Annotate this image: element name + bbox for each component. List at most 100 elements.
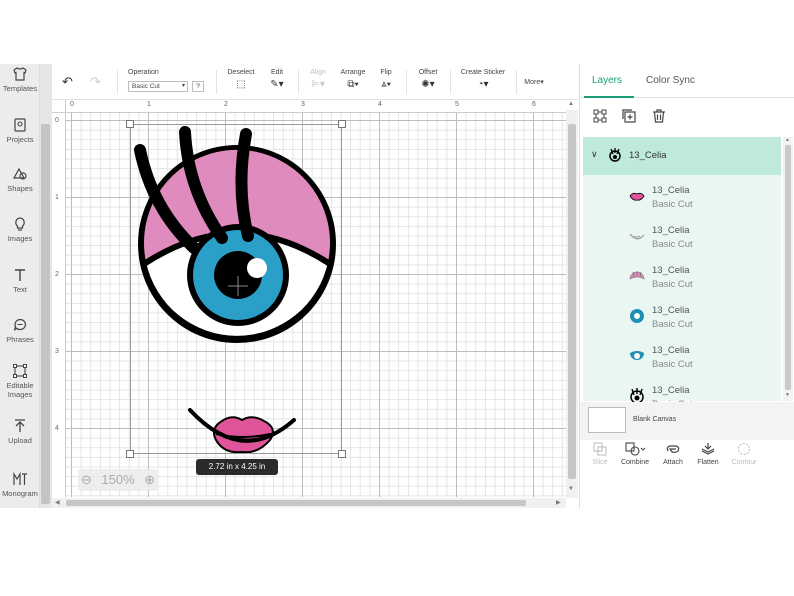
combine-label: Combine xyxy=(620,459,649,466)
center-crosshair-icon xyxy=(228,276,248,296)
deselect-icon: ⬚ xyxy=(236,79,246,90)
contour-label: Contour xyxy=(731,459,757,466)
offset-button[interactable]: Offset ✺▾ xyxy=(414,69,442,90)
sidebar-item-text[interactable]: Text xyxy=(0,267,40,294)
undo-icon[interactable]: ↶ xyxy=(62,74,73,90)
slice-label: Slice xyxy=(592,459,608,466)
sidebar-item-shapes[interactable]: Shapes xyxy=(0,166,40,193)
attach-button[interactable]: Attach xyxy=(655,442,691,466)
arrange-button[interactable]: Arrange ⧉▾ xyxy=(336,69,370,90)
sidebar-item-phrases[interactable]: Phrases xyxy=(0,317,40,344)
group-icon[interactable] xyxy=(592,108,608,124)
deselect-label: Deselect xyxy=(227,69,255,76)
sidebar-scroll-thumb[interactable] xyxy=(41,124,50,504)
layer-operation: Basic Cut xyxy=(652,279,693,290)
text-icon xyxy=(15,269,25,281)
attach-label: Attach xyxy=(663,459,683,466)
flatten-button[interactable]: Flatten xyxy=(690,442,726,466)
align-label: Align xyxy=(310,69,326,76)
operation-value: Basic Cut xyxy=(132,83,160,90)
layer-name: 13_Celia xyxy=(652,305,690,316)
layer-list: 13_Celia Basic Cut 13_Celia Basic Cut 13… xyxy=(583,175,781,410)
sidebar-item-label: Upload xyxy=(8,436,32,445)
group-name: 13_Celia xyxy=(629,150,667,161)
speech-bubble-icon xyxy=(13,318,27,331)
chevron-down-icon[interactable]: ∨ xyxy=(591,149,598,160)
create-sticker-button[interactable]: Create Sticker ◔▾ xyxy=(456,69,510,90)
slice-icon xyxy=(593,442,607,456)
contour-button[interactable]: Contour xyxy=(726,442,762,466)
scroll-left-icon[interactable]: ◀ xyxy=(55,499,60,506)
sticker-icon: ◔▾ xyxy=(477,79,489,90)
scroll-up-icon[interactable]: ▲ xyxy=(568,101,574,107)
layer-row[interactable]: 13_Celia Basic Cut xyxy=(583,217,781,257)
layer-name: 13_Celia xyxy=(652,185,690,196)
ruler-tick-label: 6 xyxy=(532,101,536,108)
zoom-in-icon[interactable]: ⊕ xyxy=(144,469,155,491)
canvas-horizontal-scroll-thumb[interactable] xyxy=(66,500,526,506)
deselect-button[interactable]: Deselect ⬚ xyxy=(224,69,258,90)
projects-icon xyxy=(14,118,26,132)
layer-operation: Basic Cut xyxy=(652,319,693,330)
operation-help-button[interactable]: ? xyxy=(192,81,204,92)
trash-icon[interactable] xyxy=(651,108,667,124)
ruler-tick-label: 0 xyxy=(70,101,74,108)
slice-button[interactable]: Slice xyxy=(582,442,618,466)
operation-label: Operation xyxy=(128,69,159,76)
upload-icon xyxy=(15,419,25,432)
arrange-label: Arrange xyxy=(340,69,366,76)
redo-icon[interactable]: ↷ xyxy=(90,74,101,90)
align-icon: ⊫▾ xyxy=(311,79,325,90)
scroll-up-icon[interactable]: ▲ xyxy=(785,137,790,143)
sidebar-item-editable-images[interactable]: Editable Images xyxy=(0,363,40,399)
blank-canvas-swatch[interactable] xyxy=(588,407,626,433)
ruler-tick-label: 0 xyxy=(55,117,59,124)
canvas-vertical-scroll-thumb[interactable] xyxy=(568,124,576,479)
layer-row[interactable]: 13_Celia Basic Cut xyxy=(583,257,781,297)
layer-row[interactable]: 13_Celia Basic Cut xyxy=(583,177,781,217)
tab-layers[interactable]: Layers xyxy=(592,75,622,86)
layer-operation: Basic Cut xyxy=(652,359,693,370)
layer-operation: Basic Cut xyxy=(652,199,693,210)
pencil-icon: ✎▾ xyxy=(270,79,284,90)
chevron-down-icon: ▾ xyxy=(181,83,185,89)
flatten-label: Flatten xyxy=(697,459,719,466)
ruler-tick-label: 2 xyxy=(55,271,59,278)
sidebar-item-images[interactable]: Images xyxy=(0,216,40,243)
resize-handle-bottom-left[interactable] xyxy=(126,450,134,458)
resize-handle-top-right[interactable] xyxy=(338,120,346,128)
scroll-right-icon[interactable]: ▶ xyxy=(556,499,561,506)
offset-label: Offset xyxy=(418,69,438,76)
sidebar-item-label: Shapes xyxy=(7,184,33,193)
flip-button[interactable]: Flip ⩓▾ xyxy=(374,69,398,90)
resize-handle-bottom-right[interactable] xyxy=(338,450,346,458)
sidebar-item-upload[interactable]: Upload xyxy=(0,418,40,445)
ruler-tick-label: 5 xyxy=(455,101,459,108)
layer-group-row[interactable]: ∨ 13_Celia xyxy=(583,137,781,175)
duplicate-icon[interactable] xyxy=(621,108,637,124)
editable-images-icon xyxy=(13,364,27,378)
sidebar-item-monogram[interactable]: Monogram xyxy=(0,471,40,498)
sidebar-item-label: Projects xyxy=(6,135,34,144)
sidebar-item-templates[interactable]: Templates xyxy=(0,66,40,93)
operation-select[interactable]: Basic Cut ▾ xyxy=(128,81,188,92)
arrange-icon: ⧉▾ xyxy=(347,79,359,90)
scroll-down-icon[interactable]: ▼ xyxy=(568,486,574,492)
blank-canvas-label: Blank Canvas xyxy=(633,416,677,423)
sidebar-item-label: Monogram xyxy=(2,489,38,498)
align-button[interactable]: Align ⊫▾ xyxy=(304,69,332,90)
more-button[interactable]: More▾ xyxy=(520,78,548,86)
layer-row[interactable]: 13_Celia Basic Cut xyxy=(583,297,781,337)
combine-button[interactable]: Combine xyxy=(617,442,653,466)
resize-handle-top-left[interactable] xyxy=(126,120,134,128)
group-thumbnail-icon xyxy=(609,148,621,162)
ruler-tick-label: 1 xyxy=(55,194,59,201)
layers-scroll-thumb[interactable] xyxy=(785,145,791,390)
layer-operation: Basic Cut xyxy=(652,239,693,250)
sidebar-item-projects[interactable]: Projects xyxy=(0,117,40,144)
scroll-down-icon[interactable]: ▼ xyxy=(785,392,790,398)
zoom-out-icon[interactable]: ⊖ xyxy=(81,469,92,491)
edit-button[interactable]: Edit ✎▾ xyxy=(264,69,290,90)
layer-row[interactable]: 13_Celia Basic Cut xyxy=(583,337,781,377)
tab-color-sync[interactable]: Color Sync xyxy=(646,75,695,86)
